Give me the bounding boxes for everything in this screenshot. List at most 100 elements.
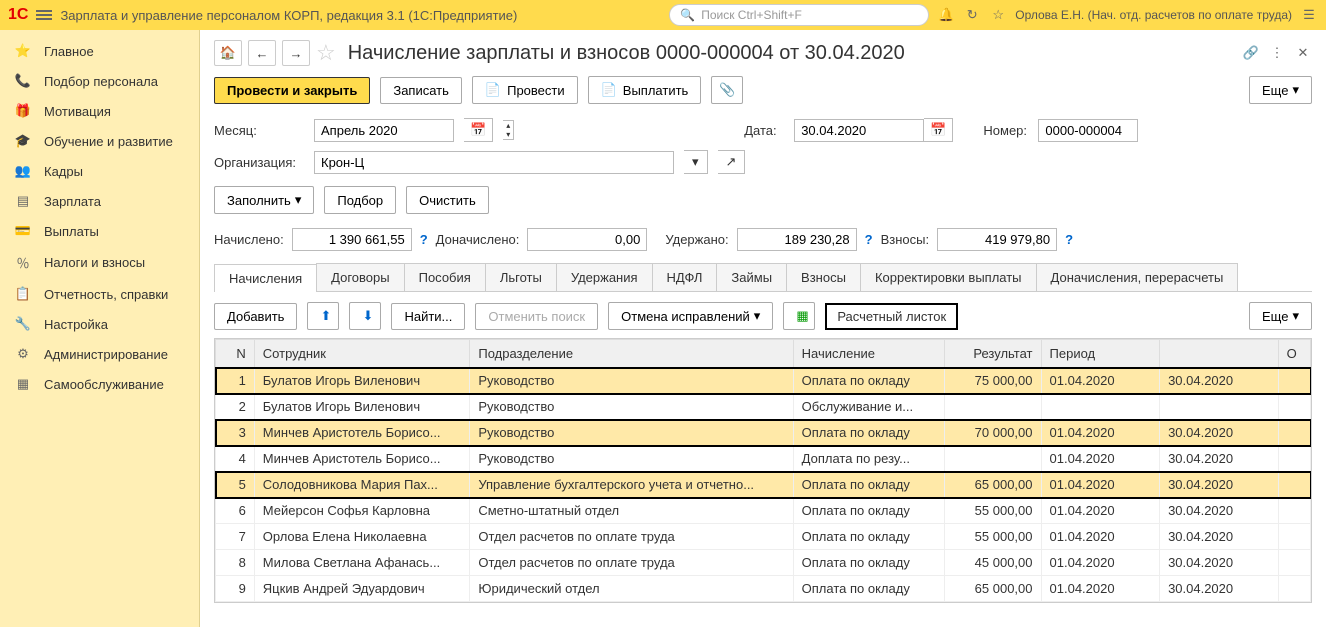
col-period-end[interactable] (1160, 340, 1279, 368)
table-more-button[interactable]: Еще▾ (1249, 302, 1312, 330)
sidebar-icon: 🎓 (14, 133, 32, 149)
home-button[interactable]: 🏠 (214, 40, 242, 66)
accrued-label: Начислено: (214, 232, 284, 247)
settings-icon[interactable]: ☰ (1300, 6, 1318, 24)
history-icon[interactable]: ↻ (963, 6, 981, 24)
accrued-value[interactable] (292, 228, 412, 251)
move-down-button[interactable]: ⬇ (349, 302, 381, 330)
org-input[interactable] (314, 151, 674, 174)
sidebar-item[interactable]: 👥Кадры (0, 156, 199, 186)
date-calendar-icon[interactable]: 📅 (924, 118, 953, 142)
col-accrual[interactable]: Начисление (793, 340, 944, 368)
sidebar-label: Самообслуживание (44, 377, 164, 392)
favorite-icon[interactable]: ☆ (316, 40, 336, 66)
calendar-icon[interactable]: 📅 (464, 118, 493, 142)
move-up-button[interactable]: ⬆ (307, 302, 339, 330)
bell-icon[interactable]: 🔔 (937, 6, 955, 24)
help-icon[interactable]: ? (865, 232, 873, 247)
sidebar-item[interactable]: 🔧Настройка (0, 309, 199, 339)
add-button[interactable]: Добавить (214, 303, 297, 330)
month-stepper[interactable]: ▴▾ (503, 120, 514, 140)
col-n[interactable]: N (216, 340, 255, 368)
tab[interactable]: Доначисления, перерасчеты (1036, 263, 1239, 291)
sidebar-item[interactable]: ⭐Главное (0, 36, 199, 66)
withheld-value[interactable] (737, 228, 857, 251)
sidebar-item[interactable]: 🎁 Мотивация (0, 96, 199, 126)
col-department[interactable]: Подразделение (470, 340, 793, 368)
pick-button[interactable]: Подбор (324, 186, 396, 214)
number-input[interactable] (1038, 119, 1138, 142)
pay-slip-button[interactable]: Расчетный листок (825, 303, 958, 330)
pay-button[interactable]: 📄Выплатить (588, 76, 702, 104)
col-o[interactable]: О (1278, 340, 1310, 368)
tab[interactable]: Начисления (214, 264, 317, 292)
sidebar-label: Выплаты (44, 224, 99, 239)
help-icon[interactable]: ? (1065, 232, 1073, 247)
sidebar-item[interactable]: ％Налоги и взносы (0, 246, 199, 279)
tab[interactable]: Взносы (786, 263, 861, 291)
table-row[interactable]: 1Булатов Игорь ВиленовичРуководствоОплат… (216, 368, 1311, 394)
find-button[interactable]: Найти... (391, 303, 465, 330)
search-input[interactable]: 🔍 Поиск Ctrl+Shift+F (669, 4, 929, 26)
link-icon[interactable]: 🔗 (1242, 44, 1260, 62)
grid-settings-button[interactable]: ▦ (783, 302, 815, 330)
user-name[interactable]: Орлова Е.Н. (Нач. отд. расчетов по оплат… (1015, 8, 1292, 22)
table-row[interactable]: 4Минчев Аристотель Борисо...РуководствоД… (216, 446, 1311, 472)
tab[interactable]: Льготы (485, 263, 557, 291)
post-close-button[interactable]: Провести и закрыть (214, 77, 370, 104)
table-row[interactable]: 8Милова Светлана Афанась...Отдел расчето… (216, 550, 1311, 576)
sidebar-item[interactable]: 📋Отчетность, справки (0, 279, 199, 309)
search-icon: 🔍 (680, 8, 695, 22)
table-row[interactable]: 7Орлова Елена НиколаевнаОтдел расчетов п… (216, 524, 1311, 550)
close-icon[interactable]: ✕ (1294, 44, 1312, 62)
sidebar-icon: ▤ (14, 193, 32, 209)
table-row[interactable]: 2Булатов Игорь ВиленовичРуководствоОбслу… (216, 394, 1311, 420)
sidebar-item[interactable]: 🎓Обучение и развитие (0, 126, 199, 156)
add-accrued-value[interactable] (527, 228, 647, 251)
table-row[interactable]: 6Мейерсон Софья КарловнаСметно-штатный о… (216, 498, 1311, 524)
sidebar-item[interactable]: ⚙Администрирование (0, 339, 199, 369)
tab[interactable]: Займы (716, 263, 787, 291)
org-open-icon[interactable]: ↗ (718, 150, 746, 174)
col-period[interactable]: Период (1041, 340, 1160, 368)
tab[interactable]: НДФЛ (652, 263, 718, 291)
cancel-search-button[interactable]: Отменить поиск (475, 303, 598, 330)
month-input[interactable] (314, 119, 454, 142)
org-dropdown-icon[interactable]: ▾ (684, 150, 708, 174)
sidebar-item[interactable]: 📞Подбор персонала (0, 66, 199, 96)
tab[interactable]: Договоры (316, 263, 404, 291)
action-bar: Провести и закрыть Записать 📄Провести 📄В… (200, 72, 1326, 114)
kebab-icon[interactable]: ⋮ (1268, 44, 1286, 62)
sidebar-icon: 📞 (14, 73, 32, 89)
tab[interactable]: Пособия (404, 263, 486, 291)
table-row[interactable]: 3Минчев Аристотель Борисо...РуководствоО… (216, 420, 1311, 446)
help-icon[interactable]: ? (420, 232, 428, 247)
star-icon[interactable]: ☆ (989, 6, 1007, 24)
chevron-down-icon: ▾ (295, 192, 302, 208)
more-button[interactable]: Еще▾ (1249, 76, 1312, 104)
col-employee[interactable]: Сотрудник (254, 340, 470, 368)
fill-button[interactable]: Заполнить▾ (214, 186, 314, 214)
menu-icon[interactable] (36, 8, 52, 22)
tab[interactable]: Удержания (556, 263, 653, 291)
date-input[interactable] (794, 119, 924, 142)
forward-button[interactable]: → (282, 40, 310, 66)
sidebar-item[interactable]: ▤Зарплата (0, 186, 199, 216)
table-row[interactable]: 5Солодовникова Мария Пах...Управление бу… (216, 472, 1311, 498)
doc-title: Начисление зарплаты и взносов 0000-00000… (348, 42, 905, 65)
col-result[interactable]: Результат (944, 340, 1041, 368)
tab[interactable]: Корректировки выплаты (860, 263, 1037, 291)
back-button[interactable]: ← (248, 40, 276, 66)
save-button[interactable]: Записать (380, 77, 462, 104)
post-button[interactable]: 📄Провести (472, 76, 578, 104)
contrib-value[interactable] (937, 228, 1057, 251)
attach-button[interactable]: 📎 (711, 76, 743, 104)
clear-button[interactable]: Очистить (406, 186, 489, 214)
app-title: Зарплата и управление персоналом КОРП, р… (60, 8, 517, 23)
cancel-fix-button[interactable]: Отмена исправлений▾ (608, 302, 773, 330)
sidebar-item[interactable]: ▦Самообслуживание (0, 369, 199, 399)
table-row[interactable]: 9Яцкив Андрей ЭдуардовичЮридический отде… (216, 576, 1311, 602)
sidebar-label: Мотивация (44, 104, 111, 119)
sidebar-item[interactable]: 💳Выплаты (0, 216, 199, 246)
sidebar-icon: 🎁 (14, 103, 32, 119)
